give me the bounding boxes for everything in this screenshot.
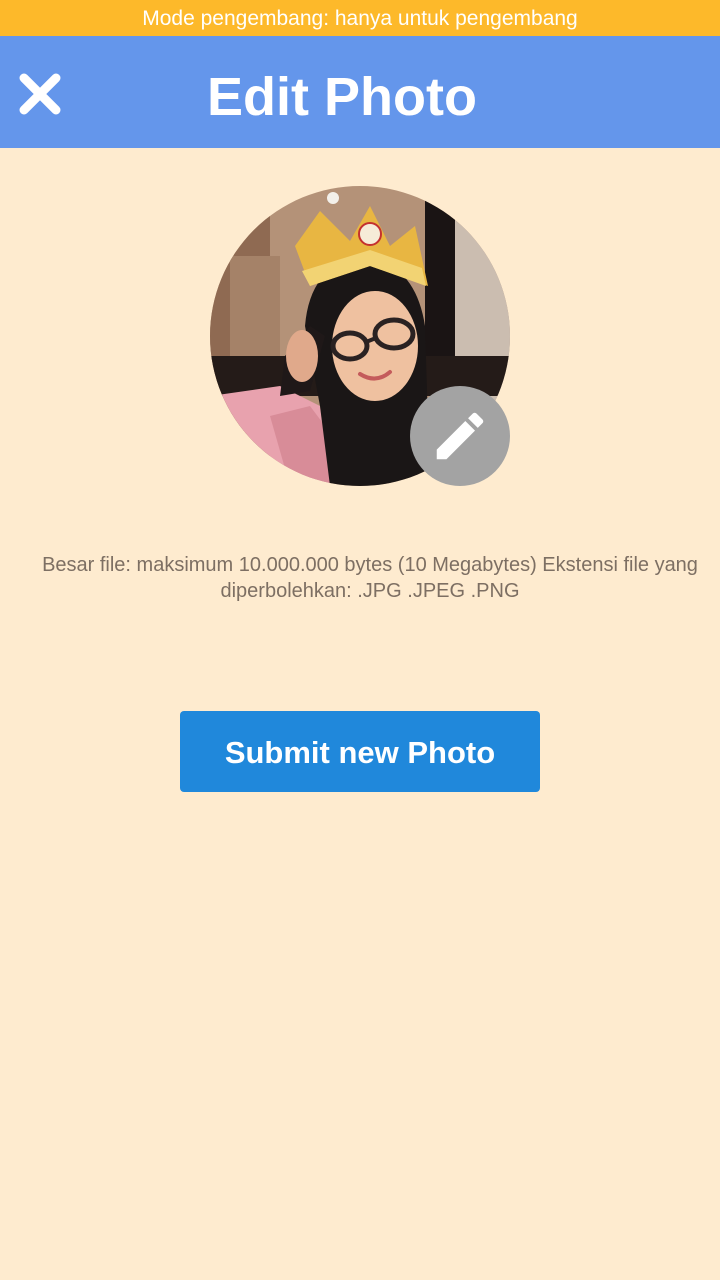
page-title: Edit Photo bbox=[207, 67, 477, 127]
profile-photo-container bbox=[210, 186, 510, 486]
developer-mode-banner: Mode pengembang: hanya untuk pengembang bbox=[0, 0, 720, 36]
app-bar: Edit Photo bbox=[0, 36, 720, 148]
submit-new-photo-button[interactable]: Submit new Photo bbox=[180, 711, 540, 792]
edit-photo-button[interactable] bbox=[410, 386, 510, 486]
developer-mode-text: Mode pengembang: hanya untuk pengembang bbox=[142, 7, 578, 30]
pencil-icon bbox=[436, 412, 484, 460]
file-requirements-text: Besar file: maksimum 10.000.000 bytes (1… bbox=[42, 554, 698, 602]
